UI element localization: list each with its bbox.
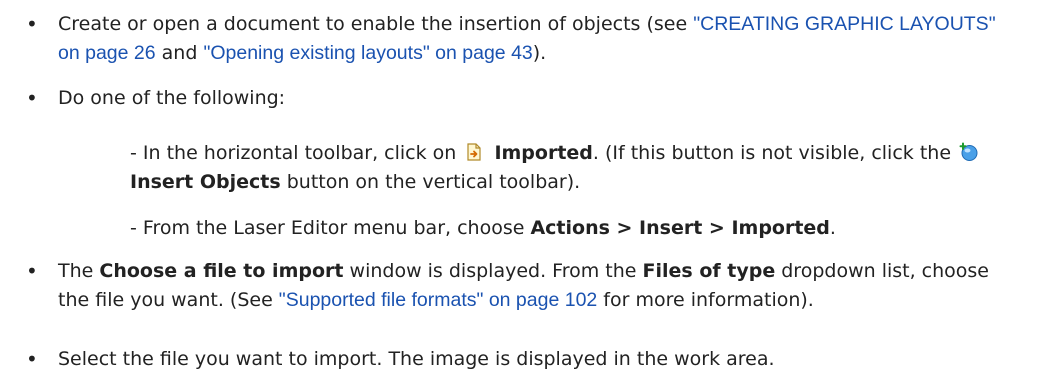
bullet-marker: • <box>26 259 38 283</box>
text-segment: . (If this button is not visible, click … <box>592 142 958 164</box>
sub-item-menu-bar: - From the Laser Editor menu bar, choose… <box>130 214 1024 243</box>
link-supported-file-formats[interactable]: "Supported file formats" on page 102 <box>279 289 597 311</box>
bullet-text: Select the file you want to import. The … <box>58 348 775 370</box>
bullet-marker: • <box>26 347 38 371</box>
bullet-text: The Choose a file to import window is di… <box>58 257 1022 315</box>
text-segment: ). <box>532 42 547 64</box>
actions-insert-imported-label: Actions > Insert > Imported <box>530 217 830 239</box>
text-segment: button on the vertical toolbar). <box>280 171 581 193</box>
bullet-marker: • <box>26 86 38 110</box>
insert-objects-label: Insert Objects <box>130 171 281 193</box>
insert-objects-icon <box>959 142 979 162</box>
text-segment: and <box>155 42 204 64</box>
sub-item-horizontal-toolbar: - In the horizontal toolbar, click on Im… <box>130 139 1024 197</box>
text-segment: window is displayed. From the <box>343 260 643 282</box>
text-segment: - In the horizontal toolbar, click on <box>130 142 463 164</box>
imported-label: Imported <box>494 142 593 164</box>
document-page: { "bullet_char": "•", "items": [ { "pre"… <box>0 0 1042 385</box>
bullet-text: Do one of the following: <box>58 87 286 109</box>
choose-file-label: Choose a file to import <box>99 260 344 282</box>
bullet-marker: • <box>26 12 38 36</box>
text-segment: - From the Laser Editor menu bar, choose <box>130 217 531 239</box>
imported-icon <box>464 142 484 162</box>
text-segment: . <box>829 217 836 239</box>
text-segment: The <box>58 260 100 282</box>
files-of-type-label: Files of type <box>642 260 776 282</box>
text-segment: Create or open a document to enable the … <box>58 13 694 35</box>
bullet-text: Create or open a document to enable the … <box>58 10 1022 68</box>
link-opening-existing-layouts[interactable]: "Opening existing layouts" on page 43 <box>203 42 532 64</box>
text-segment: for more information). <box>597 289 814 311</box>
